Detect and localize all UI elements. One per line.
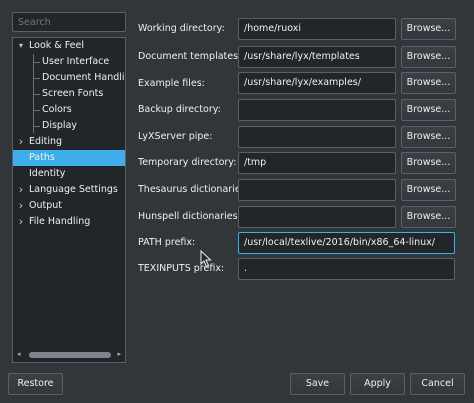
tree-item-label: Identity (29, 168, 66, 179)
tree-item-label: Look & Feel (29, 40, 84, 51)
tree-item-label: Editing (29, 136, 63, 147)
tree-item-label: User Interface (42, 56, 110, 67)
tree-item-label: Paths (29, 152, 55, 163)
browse-lyxserver-pipe-button[interactable]: Browse... (401, 126, 456, 148)
temporary-directory-field[interactable]: /tmp (238, 152, 396, 174)
browse-thesaurus-dictionaries-button[interactable]: Browse... (401, 179, 456, 201)
browse-backup-directory-button[interactable]: Browse... (401, 99, 456, 121)
document-templates-field[interactable]: /usr/share/lyx/templates (238, 46, 396, 68)
tree-item-label: File Handling (29, 216, 91, 227)
tree-item-identity[interactable]: Identity (13, 166, 125, 182)
scroll-left-icon[interactable]: ◂ (17, 350, 21, 358)
tree-item-editing[interactable]: › Editing (13, 134, 125, 150)
chevron-right-icon[interactable]: › (16, 198, 26, 214)
browse-document-templates-button[interactable]: Browse... (401, 46, 456, 68)
tree-item-label: Screen Fonts (42, 88, 104, 99)
tree-item-label: Document Handling (42, 72, 125, 83)
document-templates-label: Document templates: (138, 51, 242, 62)
browse-temporary-directory-button[interactable]: Browse... (401, 152, 456, 174)
browse-hunspell-dictionaries-button[interactable]: Browse... (401, 206, 456, 228)
texinputs-prefix-field[interactable]: . (238, 258, 455, 280)
mouse-pointer-icon (200, 250, 212, 268)
tree-item-label: Output (29, 200, 62, 211)
apply-button[interactable]: Apply (350, 373, 405, 395)
scroll-right-icon[interactable]: ▸ (117, 350, 121, 358)
example-files-label: Example files: (138, 78, 205, 89)
backup-directory-field[interactable] (238, 99, 396, 121)
example-files-field[interactable]: /usr/share/lyx/examples/ (238, 72, 396, 94)
browse-example-files-button[interactable]: Browse... (401, 72, 456, 94)
save-button[interactable]: Save (290, 373, 345, 395)
tree-item-look-and-feel[interactable]: ▾ Look & Feel (13, 38, 125, 54)
tree-item-user-interface[interactable]: User Interface (13, 54, 125, 70)
path-prefix-field[interactable]: /usr/local/texlive/2016/bin/x86_64-linux… (238, 232, 455, 254)
tree-item-label: Display (42, 120, 78, 131)
working-directory-label: Working directory: (138, 23, 225, 34)
path-prefix-label: PATH prefix: (138, 237, 196, 248)
tree-item-screen-fonts[interactable]: Screen Fonts (13, 86, 125, 102)
lyxserver-pipe-field[interactable] (238, 126, 396, 148)
preferences-tree[interactable]: ▾ Look & Feel User Interface Document Ha… (12, 37, 126, 363)
restore-button[interactable]: Restore (8, 373, 63, 395)
tree-item-display[interactable]: Display (13, 118, 125, 134)
tree-item-language-settings[interactable]: › Language Settings (13, 182, 125, 198)
chevron-right-icon[interactable]: › (16, 182, 26, 198)
tree-item-output[interactable]: › Output (13, 198, 125, 214)
browse-working-directory-button[interactable]: Browse... (401, 18, 456, 40)
lyxserver-pipe-label: LyXServer pipe: (138, 131, 213, 142)
tree-item-colors[interactable]: Colors (13, 102, 125, 118)
working-directory-field[interactable]: /home/ruoxi (238, 18, 396, 40)
tree-item-label: Colors (42, 104, 72, 115)
thesaurus-dictionaries-label: Thesaurus dictionaries: (138, 184, 249, 195)
tree-item-file-handling[interactable]: › File Handling (13, 214, 125, 230)
hunspell-dictionaries-field[interactable] (238, 206, 396, 228)
chevron-right-icon[interactable]: › (16, 134, 26, 150)
tree-item-paths[interactable]: Paths (13, 150, 125, 166)
tree-item-label: Language Settings (29, 184, 118, 195)
hunspell-dictionaries-label: Hunspell dictionaries: (138, 211, 241, 222)
cancel-button[interactable]: Cancel (410, 373, 465, 395)
search-input[interactable] (12, 12, 126, 32)
temporary-directory-label: Temporary directory: (138, 157, 237, 168)
chevron-right-icon[interactable]: › (16, 214, 26, 230)
chevron-down-icon[interactable]: ▾ (16, 38, 26, 54)
tree-item-document-handling[interactable]: Document Handling (13, 70, 125, 86)
scrollbar-thumb[interactable] (29, 352, 111, 358)
horizontal-scrollbar[interactable]: ◂ ▸ (15, 350, 123, 359)
thesaurus-dictionaries-field[interactable] (238, 179, 396, 201)
backup-directory-label: Backup directory: (138, 104, 221, 115)
